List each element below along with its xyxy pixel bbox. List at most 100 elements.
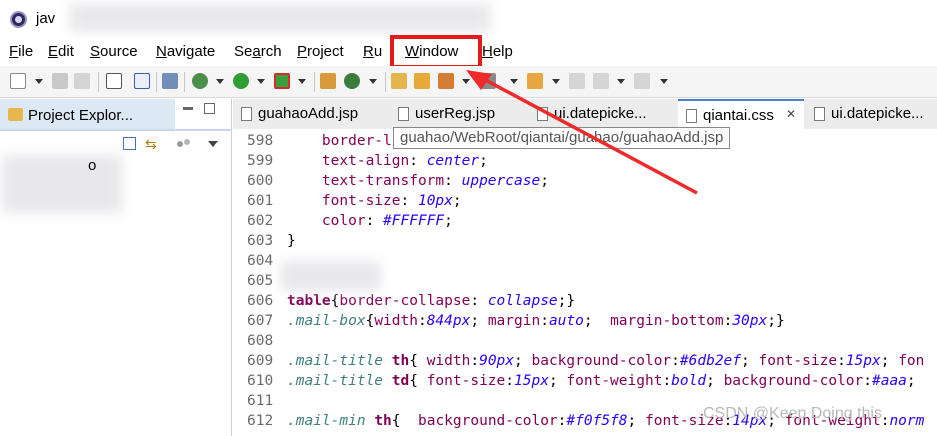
- new-package-dropdown-arrow[interactable]: [369, 79, 377, 84]
- run-icon[interactable]: [233, 73, 249, 89]
- binary-icon[interactable]: [106, 73, 122, 89]
- open-type-icon[interactable]: [391, 73, 407, 89]
- filter-icon[interactable]: [177, 139, 191, 149]
- toolbar: [0, 66, 937, 98]
- editor-tab[interactable]: qiantai.css ✕: [678, 99, 804, 129]
- line-number: 605: [247, 273, 274, 289]
- new-class-icon[interactable]: [320, 73, 336, 89]
- line-number: 604: [247, 253, 274, 269]
- debug-dropdown-arrow[interactable]: [216, 79, 224, 84]
- project-explorer-tab[interactable]: Project Explor...: [0, 99, 175, 129]
- new-package-icon[interactable]: [344, 73, 360, 89]
- line-number: 609: [247, 353, 274, 369]
- forward-dropdown-arrow[interactable]: [660, 79, 668, 84]
- annotation-dropdown-arrow[interactable]: [510, 79, 518, 84]
- last-edit-icon[interactable]: [569, 73, 585, 89]
- new-file-icon[interactable]: [10, 73, 26, 89]
- redacted-tree-item: [2, 155, 122, 213]
- project-explorer-label: Project Explor...: [28, 107, 134, 124]
- editor-tab-label: qiantai.css: [703, 107, 774, 124]
- file-icon: [241, 107, 252, 121]
- tab-tooltip: guahao/WebRoot/qiantai/guahao/guahaoAdd.…: [393, 127, 731, 149]
- annotation-icon[interactable]: [480, 73, 496, 89]
- line-number: 598: [247, 133, 274, 149]
- menu-item-source[interactable]: Source: [90, 43, 138, 60]
- toolbar-separator: [184, 72, 185, 92]
- search-dropdown-arrow[interactable]: [462, 79, 470, 84]
- close-tab-icon[interactable]: ✕: [786, 107, 796, 121]
- editor-tab-label: guahaoAdd.jsp: [258, 105, 359, 122]
- code-text: color: #FFFFFF;: [321, 213, 453, 229]
- code-text: text-transform: uppercase;: [321, 173, 549, 189]
- code-text: font-size: 10px;: [321, 193, 462, 209]
- editor-tab[interactable]: ui.datepicke...: [529, 99, 676, 129]
- file-icon: [537, 107, 548, 121]
- line-number: 601: [247, 193, 274, 209]
- search-task-icon[interactable]: [438, 73, 454, 89]
- watermark: CSDN @Keep Doing this: [703, 405, 882, 422]
- editor-tab[interactable]: userReg.jsp: [390, 99, 527, 129]
- line-number: 599: [247, 153, 274, 169]
- line-number: 611: [247, 393, 274, 409]
- menu-item-edit[interactable]: Edit: [48, 43, 74, 60]
- editor-tab[interactable]: guahaoAdd.jsp: [233, 99, 388, 129]
- code-text: }: [287, 233, 296, 249]
- line-number: 602: [247, 213, 274, 229]
- new-dropdown-arrow[interactable]: [35, 79, 43, 84]
- code-text: table{border-collapse: collapse;}: [287, 293, 576, 309]
- menu-item-navigate[interactable]: Navigate: [156, 43, 215, 60]
- menu-item-file[interactable]: File: [9, 43, 33, 60]
- code-editor[interactable]: 598 border-l...599 text-align: center;60…: [233, 129, 937, 436]
- minimize-icon[interactable]: [183, 107, 193, 110]
- external-tools-icon[interactable]: [274, 73, 290, 89]
- editor-tab[interactable]: ui.datepicke...: [806, 99, 937, 129]
- run-dropdown-arrow[interactable]: [257, 79, 265, 84]
- debug-icon[interactable]: [192, 73, 208, 89]
- line-number: 612: [247, 413, 274, 429]
- menu-item-search[interactable]: Search: [234, 43, 282, 60]
- redacted-title: [70, 4, 490, 32]
- line-number: 608: [247, 333, 274, 349]
- folder-icon: [8, 108, 23, 121]
- code-text: .mail-box{width:844px; margin:auto; marg…: [287, 313, 785, 329]
- save-icon[interactable]: [52, 73, 68, 89]
- line-number: 607: [247, 313, 274, 329]
- redacted-code: [281, 261, 381, 291]
- title-bar: jav: [0, 0, 937, 38]
- back-icon[interactable]: [593, 73, 609, 89]
- menu-item-project[interactable]: Project: [297, 43, 344, 60]
- external-tools-dropdown-arrow[interactable]: [298, 79, 306, 84]
- open-folder-icon[interactable]: [414, 73, 430, 89]
- editor-tab-label: ui.datepicke...: [554, 105, 647, 122]
- view-menu-icon[interactable]: [208, 141, 218, 147]
- file-icon: [398, 107, 409, 121]
- window-title: jav: [36, 10, 56, 27]
- toolbar-separator: [156, 72, 157, 92]
- pin-icon[interactable]: [162, 73, 178, 89]
- code-text: text-align: center;: [321, 153, 488, 169]
- editor-tab-bar: guahaoAdd.jsp userReg.jsp ui.datepicke... q…: [233, 99, 937, 129]
- menu-item-ru[interactable]: Ru: [363, 43, 382, 60]
- save-all-icon[interactable]: [74, 73, 90, 89]
- collapse-all-icon[interactable]: [123, 137, 136, 150]
- project-explorer-panel: Project Explor... ⇆ o: [0, 99, 232, 436]
- window-menu-highlight-box: [390, 35, 482, 69]
- tree-item-label[interactable]: o: [88, 157, 96, 174]
- menu-item-help[interactable]: Help: [482, 43, 513, 60]
- editor-tab-label: userReg.jsp: [415, 105, 496, 122]
- eclipse-app-icon: [10, 11, 27, 28]
- forward-icon[interactable]: [634, 73, 650, 89]
- code-text: .mail-title td{ font-size:15px; font-wei…: [287, 373, 916, 389]
- file-icon: [686, 109, 697, 123]
- console-icon[interactable]: [134, 73, 150, 89]
- line-number: 603: [247, 233, 274, 249]
- back-dropdown-arrow[interactable]: [617, 79, 625, 84]
- next-annotation-icon[interactable]: [527, 73, 543, 89]
- line-number: 606: [247, 293, 274, 309]
- next-annotation-dropdown-arrow[interactable]: [552, 79, 560, 84]
- line-number: 600: [247, 173, 274, 189]
- panel-header-divider: [0, 129, 232, 131]
- maximize-icon[interactable]: [204, 103, 215, 114]
- toolbar-separator: [98, 72, 99, 92]
- link-with-editor-icon[interactable]: ⇆: [145, 136, 161, 152]
